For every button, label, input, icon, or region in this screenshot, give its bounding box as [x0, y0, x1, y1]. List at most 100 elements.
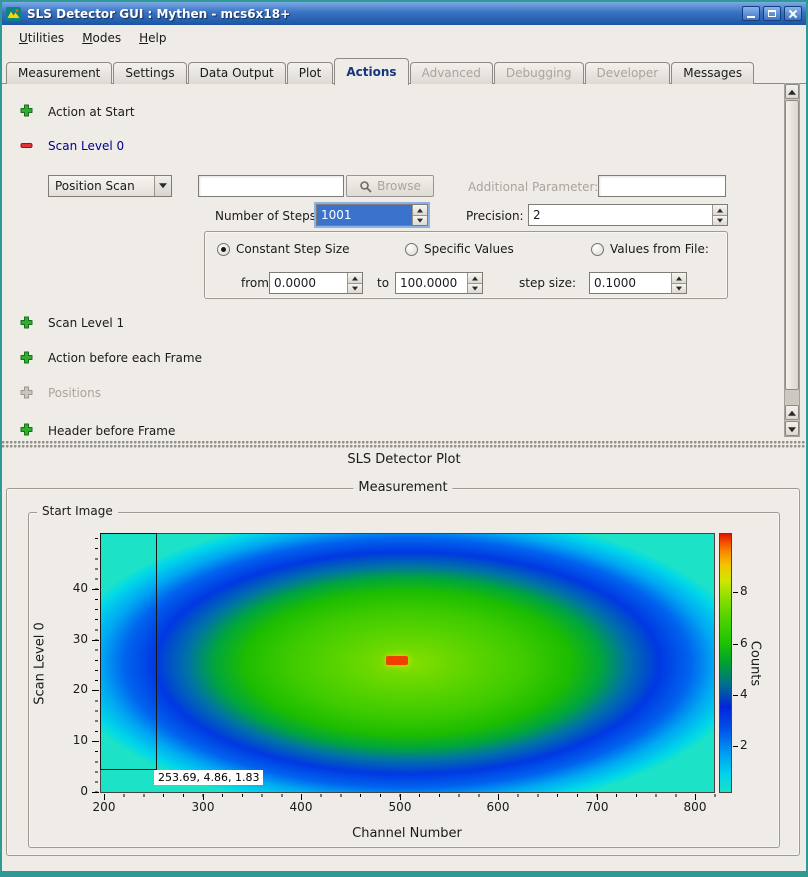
additional-parameter-field [598, 175, 726, 197]
step-size-buttons [671, 273, 686, 293]
y-axis-title: Scan Level 0 [33, 616, 48, 712]
x-tick-label: 300 [185, 800, 221, 814]
step-size-label: step size: [519, 276, 576, 290]
x-tick-label: 200 [86, 800, 122, 814]
colorbar-tick-label: 8 [740, 584, 748, 598]
number-of-steps-down-button[interactable] [413, 216, 427, 226]
values-from-file-label[interactable]: Values from File: [610, 242, 709, 256]
number-of-steps-up-button[interactable] [413, 205, 427, 216]
from-up-button[interactable] [348, 273, 362, 284]
tab-measurement[interactable]: Measurement [6, 62, 112, 84]
precision-down-button[interactable] [713, 216, 727, 226]
scrollbar-up-button[interactable] [785, 84, 799, 99]
zoom-selection-rect[interactable] [100, 533, 157, 770]
menu-utilities[interactable]: Utilities [10, 27, 73, 49]
values-from-file-radio-circle[interactable] [591, 243, 604, 256]
menu-modes[interactable]: Modes [73, 27, 130, 49]
from-spinbox[interactable]: 0.0000 [269, 272, 363, 294]
scrollbar-up-button-bottom[interactable] [785, 405, 799, 420]
actions-panel: Action at Start Scan Level 0 Position Sc… [2, 83, 783, 437]
scan-mode-dropdown-button[interactable] [154, 176, 171, 196]
window-title: SLS Detector GUI : Mythen - mcs6x18+ [27, 7, 739, 21]
window-icon [6, 7, 21, 21]
number-of-steps-value[interactable]: 1001 [317, 205, 412, 225]
maximize-button[interactable] [763, 6, 781, 21]
precision-value[interactable]: 2 [529, 205, 712, 225]
colorbar-tick-label: 4 [740, 687, 748, 701]
minimize-button[interactable] [742, 6, 760, 21]
expand-plus-icon[interactable] [20, 104, 33, 120]
menu-help[interactable]: Help [130, 27, 175, 49]
step-size-down-button[interactable] [672, 284, 686, 294]
collapse-minus-icon[interactable] [20, 139, 33, 155]
tab-data-output[interactable]: Data Output [188, 62, 286, 84]
scan-mode-value: Position Scan [49, 176, 154, 196]
precision-up-button[interactable] [713, 205, 727, 216]
scan-script-field[interactable] [198, 175, 344, 197]
to-value[interactable]: 100.0000 [396, 273, 467, 293]
colorbar-tick [733, 592, 738, 593]
x-tick-label: 800 [677, 800, 713, 814]
colorbar-tick [733, 695, 738, 696]
tab-plot[interactable]: Plot [287, 62, 334, 84]
number-of-steps-buttons [412, 205, 427, 225]
colorbar-tick-label: 6 [740, 636, 748, 650]
colorbar-title: Counts [748, 634, 763, 694]
x-axis-minor-ticks [104, 794, 716, 797]
tab-advanced: Advanced [410, 62, 493, 84]
y-tick [92, 690, 99, 691]
browse-icon [359, 180, 372, 193]
y-tick-label: 30 [64, 632, 88, 646]
constant-step-size-radio[interactable]: Constant Step Size [217, 242, 350, 256]
from-down-button[interactable] [348, 284, 362, 294]
specific-values-radio-circle[interactable] [405, 243, 418, 256]
expand-plus-icon-disabled [20, 386, 33, 402]
constant-step-size-label[interactable]: Constant Step Size [236, 242, 350, 256]
specific-values-label[interactable]: Specific Values [424, 242, 514, 256]
splitter-handle[interactable] [2, 441, 806, 449]
constant-step-size-radio-circle[interactable] [217, 243, 230, 256]
x-tick-label: 400 [283, 800, 319, 814]
y-tick [92, 792, 99, 793]
expand-plus-icon[interactable] [20, 423, 33, 437]
from-label: from [241, 276, 269, 290]
header-before-frame-label[interactable]: Header before Frame [48, 424, 175, 437]
step-size-value[interactable]: 0.1000 [590, 273, 671, 293]
tab-messages[interactable]: Messages [671, 62, 754, 84]
scrollbar-thumb[interactable] [785, 100, 799, 390]
to-up-button[interactable] [468, 273, 482, 284]
tabbar: Measurement Settings Data Output Plot Ac… [6, 59, 802, 84]
step-size-up-button[interactable] [672, 273, 686, 284]
precision-spinbox[interactable]: 2 [528, 204, 728, 226]
action-at-start-label[interactable]: Action at Start [48, 105, 135, 119]
expand-plus-icon[interactable] [20, 351, 33, 367]
tab-debugging: Debugging [494, 62, 584, 84]
action-before-each-frame-label[interactable]: Action before each Frame [48, 351, 202, 365]
scan-level-1-label[interactable]: Scan Level 1 [48, 316, 124, 330]
values-from-file-radio[interactable]: Values from File: [591, 242, 709, 256]
additional-parameter-label: Additional Parameter: [468, 180, 598, 194]
tab-actions[interactable]: Actions [334, 58, 408, 85]
colorbar-tick-label: 2 [740, 738, 748, 752]
browse-button: Browse [346, 175, 434, 197]
precision-label: Precision: [466, 209, 524, 223]
to-down-button[interactable] [468, 284, 482, 294]
colorbar-tick [733, 746, 738, 747]
step-size-spinbox[interactable]: 0.1000 [589, 272, 687, 294]
window-border-bottom [0, 871, 808, 877]
titlebar[interactable]: SLS Detector GUI : Mythen - mcs6x18+ [2, 2, 806, 25]
specific-values-radio[interactable]: Specific Values [405, 242, 514, 256]
from-value[interactable]: 0.0000 [270, 273, 347, 293]
close-button[interactable] [784, 6, 802, 21]
vertical-scrollbar[interactable] [784, 83, 800, 437]
scrollbar-down-button[interactable] [785, 421, 799, 436]
to-spinbox[interactable]: 100.0000 [395, 272, 483, 294]
tab-settings[interactable]: Settings [113, 62, 186, 84]
scan-mode-combobox[interactable]: Position Scan [48, 175, 172, 197]
scan-level-0-label[interactable]: Scan Level 0 [48, 139, 124, 153]
browse-button-label: Browse [377, 179, 421, 193]
expand-plus-icon[interactable] [20, 316, 33, 332]
number-of-steps-spinbox[interactable]: 1001 [316, 204, 428, 226]
minimize-icon [747, 16, 755, 18]
cursor-readout: 253.69, 4.86, 1.83 [154, 770, 263, 785]
